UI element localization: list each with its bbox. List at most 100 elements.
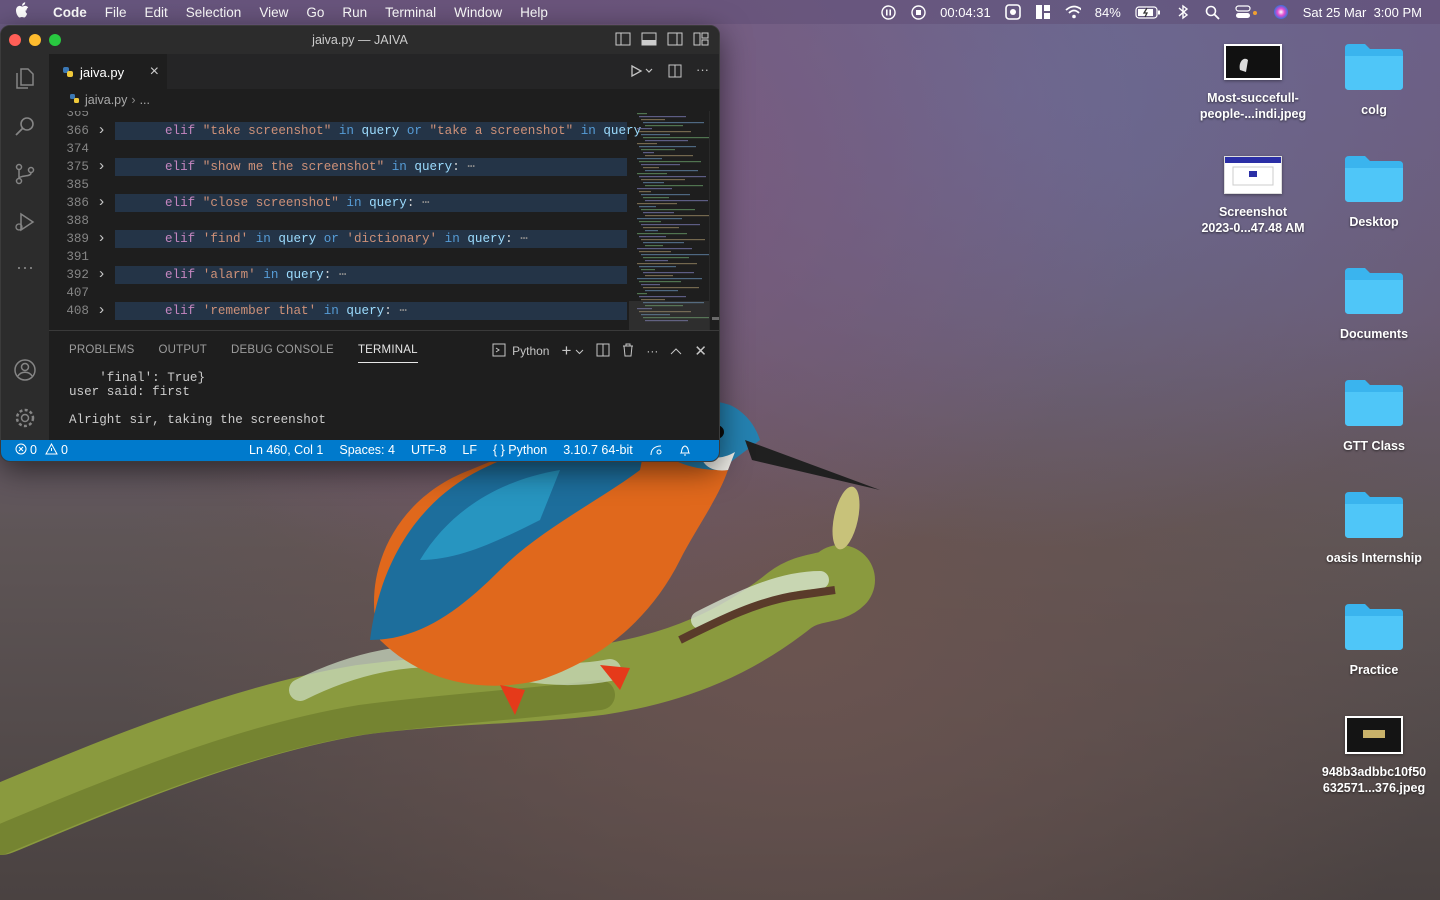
code-line[interactable]: 374: [49, 140, 627, 158]
run-python-file-icon[interactable]: [630, 64, 654, 81]
code-line[interactable]: 365: [49, 111, 627, 122]
menu-app-code[interactable]: Code: [44, 5, 96, 20]
manage-gear-icon[interactable]: [13, 406, 37, 430]
fold-chevron-icon[interactable]: ›: [97, 194, 106, 212]
desktop-folder-oasis-internship[interactable]: oasis Internship: [1309, 488, 1439, 566]
desktop-folder-colg[interactable]: colg: [1309, 40, 1439, 118]
battery-charging-icon[interactable]: [1135, 4, 1161, 20]
menu-window[interactable]: Window: [445, 5, 511, 20]
file-encoding[interactable]: UTF-8: [411, 443, 446, 460]
code-token: or: [316, 232, 347, 246]
code-line[interactable]: 408 › elif 'remember that' in query: ⋯: [49, 302, 627, 320]
menu-selection[interactable]: Selection: [177, 5, 251, 20]
code-line[interactable]: 385: [49, 176, 627, 194]
tab-jaiva-py[interactable]: jaiva.py ×: [49, 54, 167, 89]
fold-chevron-icon[interactable]: ›: [97, 122, 106, 140]
menubar-datetime[interactable]: Sat 25 Mar 3:00 PM: [1303, 5, 1422, 20]
fold-chevron-icon[interactable]: ›: [97, 266, 106, 284]
more-actions-icon[interactable]: ···: [696, 63, 709, 81]
cursor-position[interactable]: Ln 460, Col 1: [249, 443, 323, 460]
panel-tab-problems[interactable]: PROBLEMS: [69, 344, 135, 363]
close-window-button[interactable]: [9, 34, 21, 46]
desktop-folder-practice[interactable]: Practice: [1309, 600, 1439, 678]
split-terminal-icon[interactable]: [596, 343, 610, 360]
live-share-feedback-icon[interactable]: [649, 443, 663, 460]
desktop-file-948b3adbbc10f50[interactable]: 948b3adbbc10f50 632571...376.jpeg: [1309, 716, 1439, 796]
image-thumbnail: [1224, 44, 1282, 80]
menu-run[interactable]: Run: [333, 5, 376, 20]
window-titlebar[interactable]: jaiva.py — JAIVA: [1, 26, 719, 54]
code-line[interactable]: 386 › elif "close screenshot" in query: ⋯: [49, 194, 627, 212]
problems-indicator[interactable]: 0 0: [15, 442, 68, 458]
accounts-icon[interactable]: [13, 358, 37, 382]
editor-scrollbar[interactable]: [709, 111, 719, 330]
wifi-icon[interactable]: [1065, 4, 1081, 20]
fold-chevron-icon[interactable]: ›: [97, 230, 106, 248]
siri-icon[interactable]: [1273, 4, 1289, 20]
menu-file[interactable]: File: [96, 5, 136, 20]
explorer-icon[interactable]: [13, 66, 37, 90]
desktop-file-most-succefull-people[interactable]: Most-succefull- people-...indi.jpeg: [1188, 44, 1318, 122]
end-of-line[interactable]: LF: [462, 443, 477, 460]
menu-go[interactable]: Go: [297, 5, 333, 20]
code-line[interactable]: 391: [49, 248, 627, 266]
toggle-sidebar-icon[interactable]: [615, 32, 631, 46]
screen-capture-icon[interactable]: [1004, 4, 1021, 20]
panel-more-actions-icon[interactable]: ···: [646, 344, 658, 358]
apple-menu-icon[interactable]: [0, 2, 44, 22]
desktop-folder-gtt-class[interactable]: GTT Class: [1309, 376, 1439, 454]
code-line[interactable]: 366 › elif "take screenshot" in query or "…: [49, 122, 641, 140]
toggle-panel-icon[interactable]: [641, 32, 657, 46]
minimap[interactable]: [629, 111, 709, 330]
menu-edit[interactable]: Edit: [136, 5, 177, 20]
notifications-bell-icon[interactable]: [679, 443, 691, 460]
menu-terminal[interactable]: Terminal: [376, 5, 445, 20]
window-layout-icon[interactable]: [1035, 4, 1051, 20]
source-control-icon[interactable]: [13, 162, 37, 186]
panel-tab-debug-console[interactable]: DEBUG CONSOLE: [231, 344, 334, 363]
stop-recording-icon[interactable]: [910, 4, 926, 20]
new-terminal-icon[interactable]: +: [561, 341, 571, 361]
search-icon[interactable]: [13, 114, 37, 138]
desktop-folder-documents[interactable]: Documents: [1309, 264, 1439, 342]
terminal-shell-icon[interactable]: [492, 343, 506, 360]
zoom-window-button[interactable]: [49, 34, 61, 46]
code-line[interactable]: 407: [49, 284, 627, 302]
control-center-icon[interactable]: [1235, 4, 1259, 20]
terminal-shell-label[interactable]: Python: [512, 344, 549, 358]
chevron-down-icon[interactable]: [575, 344, 584, 358]
breadcrumb-file[interactable]: jaiva.py: [85, 93, 127, 107]
bottom-panel: PROBLEMS OUTPUT DEBUG CONSOLE TERMINAL P…: [49, 330, 719, 440]
run-and-debug-icon[interactable]: [13, 210, 37, 234]
more-views-icon[interactable]: ···: [13, 258, 37, 282]
code-editor[interactable]: 365 366 › elif "take screenshot" in query o…: [49, 111, 719, 330]
warning-count: 0: [60, 443, 68, 457]
split-editor-icon[interactable]: [668, 64, 682, 81]
code-line[interactable]: 375 › elif "show me the screenshot" in que…: [49, 158, 627, 176]
fold-chevron-icon[interactable]: ›: [97, 158, 106, 176]
menu-view[interactable]: View: [250, 5, 297, 20]
panel-tab-terminal[interactable]: TERMINAL: [357, 344, 418, 363]
customize-layout-icon[interactable]: [693, 32, 709, 46]
bluetooth-icon[interactable]: [1175, 4, 1191, 20]
menu-help[interactable]: Help: [511, 5, 557, 20]
kill-terminal-trash-icon[interactable]: [622, 343, 634, 360]
spotlight-search-icon[interactable]: [1205, 4, 1221, 20]
code-line[interactable]: 388: [49, 212, 627, 230]
minimize-window-button[interactable]: [29, 34, 41, 46]
language-mode[interactable]: { } Python: [493, 443, 547, 460]
panel-tab-output[interactable]: OUTPUT: [159, 344, 207, 363]
indentation[interactable]: Spaces: 4: [339, 443, 395, 460]
code-line[interactable]: 392 › elif 'alarm' in query: ⋯: [49, 266, 627, 284]
pause-recording-icon[interactable]: [880, 4, 896, 20]
close-panel-icon[interactable]: ✕: [694, 342, 707, 360]
python-interpreter[interactable]: 3.10.7 64-bit: [563, 443, 633, 460]
maximize-panel-icon[interactable]: [670, 344, 682, 358]
fold-chevron-icon[interactable]: ›: [97, 302, 106, 320]
desktop-file-screenshot[interactable]: Screenshot 2023-0...47.48 AM: [1188, 156, 1318, 236]
breadcrumb-symbols[interactable]: ...: [140, 93, 150, 107]
toggle-secondary-sidebar-icon[interactable]: [667, 32, 683, 46]
code-line[interactable]: 389 › elif 'find' in query or 'dictionary'…: [49, 230, 627, 248]
close-tab-icon[interactable]: ×: [150, 63, 159, 81]
desktop-folder-desktop[interactable]: Desktop: [1309, 152, 1439, 230]
